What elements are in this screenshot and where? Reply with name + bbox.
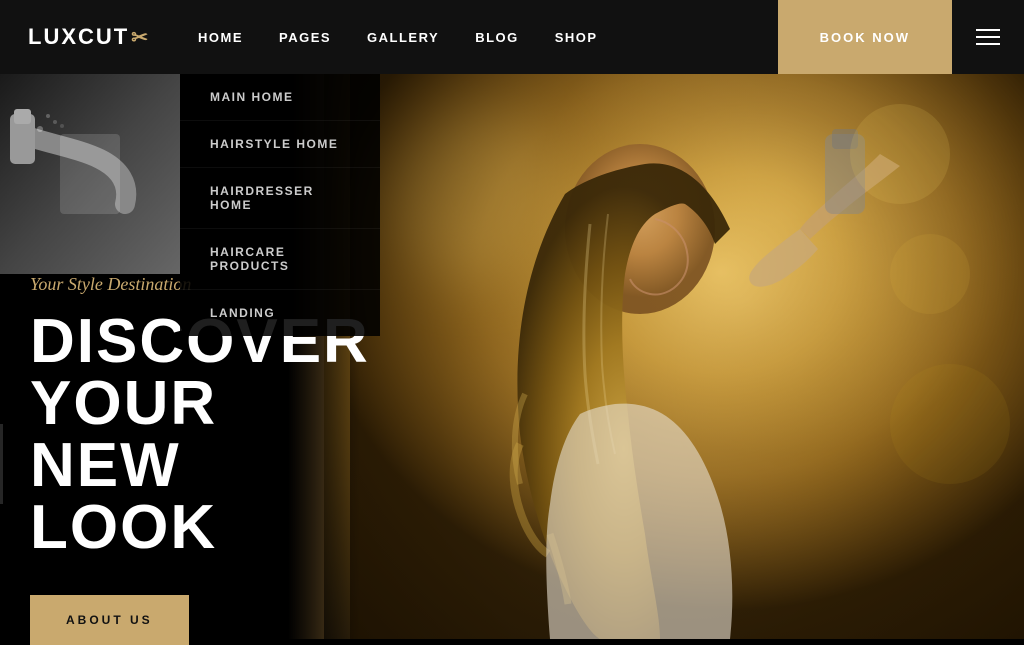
nav-item-gallery[interactable]: GALLERY <box>367 30 439 45</box>
hamburger-line-1 <box>976 29 1000 31</box>
book-now-button[interactable]: BOOK NOW <box>778 0 952 74</box>
nav-item-shop[interactable]: SHOP <box>555 30 598 45</box>
dropdown-item-hairdresser-home[interactable]: HAIRDRESSER HOME <box>180 168 380 229</box>
hamburger-line-3 <box>976 43 1000 45</box>
nav-item-blog[interactable]: BLOG <box>475 30 519 45</box>
hamburger-menu[interactable] <box>952 29 1024 45</box>
dropdown-item-main-home[interactable]: MAIN HOME <box>180 74 380 121</box>
hamburger-line-2 <box>976 36 1000 38</box>
nav-item-pages[interactable]: PAGES <box>279 30 331 45</box>
pages-dropdown: MAIN HOME HAIRSTYLE HOME HAIRDRESSER HOM… <box>180 74 380 336</box>
about-us-button[interactable]: ABOUT US <box>30 595 189 645</box>
left-small-image <box>0 74 180 274</box>
scissors-icon: ✂ <box>131 25 150 50</box>
dropdown-item-hairstyle-home[interactable]: HAIRSTYLE HOME <box>180 121 380 168</box>
nav-item-home[interactable]: HOME <box>198 30 243 45</box>
header: LUXCUT✂ HOME PAGES GALLERY BLOG SHOP BOO… <box>0 0 1024 74</box>
vertical-accent <box>0 424 3 504</box>
dropdown-item-haircare-products[interactable]: HAIRCARE PRODUCTS <box>180 229 380 290</box>
hero-title: DISCOVER YOUR NEW LOOK <box>30 311 360 559</box>
logo-text: LUXCUT <box>28 24 129 50</box>
main-content: MAIN HOME HAIRSTYLE HOME HAIRDRESSER HOM… <box>0 74 1024 639</box>
main-nav: HOME PAGES GALLERY BLOG SHOP <box>178 30 778 45</box>
hero-image-svg <box>350 74 1024 639</box>
hero-title-line3: NEW <box>30 431 181 500</box>
hero-title-line2: YOUR <box>30 369 217 438</box>
hero-title-line4: LOOK <box>30 493 217 562</box>
logo[interactable]: LUXCUT✂ <box>0 24 178 50</box>
dropdown-item-landing[interactable]: LANDING <box>180 290 380 336</box>
